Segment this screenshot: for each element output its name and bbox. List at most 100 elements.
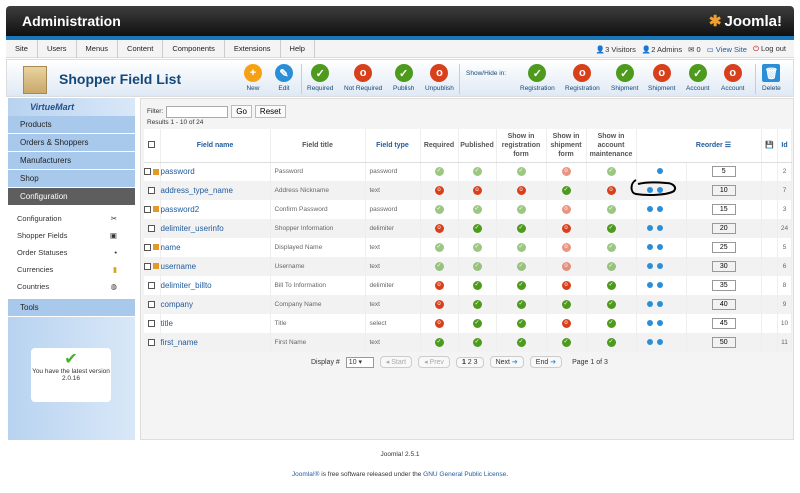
registration-toggle[interactable]: ✓ xyxy=(516,338,526,347)
sidebar-item-shop[interactable]: Shop xyxy=(8,170,135,188)
page-3[interactable]: 3 xyxy=(474,359,478,366)
hide-account-button[interactable]: o Account xyxy=(721,64,745,92)
required-button[interactable]: ✓ Required xyxy=(307,64,333,92)
published-toggle[interactable]: ✓ xyxy=(472,300,482,309)
sidebar-item-tools[interactable]: Tools xyxy=(8,299,135,317)
shipment-toggle[interactable]: ✓ xyxy=(561,300,571,309)
order-input[interactable]: 10 xyxy=(711,185,736,196)
menu-extensions[interactable]: Extensions xyxy=(225,39,281,58)
sub-item-order-statuses[interactable]: Order Statuses • xyxy=(8,244,135,261)
publish-button[interactable]: ✓ Publish xyxy=(393,64,414,92)
go-button[interactable]: Go xyxy=(231,105,252,118)
move-up-icon[interactable] xyxy=(646,338,653,345)
required-toggle[interactable]: o xyxy=(434,224,444,233)
account-toggle[interactable]: ✓ xyxy=(606,167,616,177)
registration-toggle[interactable]: o xyxy=(516,186,526,195)
registration-toggle[interactable]: ✓ xyxy=(516,281,526,290)
field-name-link[interactable]: company xyxy=(160,295,271,314)
messages-count[interactable]: ✉ 0 xyxy=(688,45,701,54)
show-shipment-button[interactable]: ✓ Shipment xyxy=(611,64,638,92)
shipment-toggle[interactable]: o xyxy=(561,205,571,214)
published-toggle[interactable]: ✓ xyxy=(472,319,482,328)
show-registration-button[interactable]: ✓ Registration xyxy=(520,64,555,92)
order-input[interactable]: 20 xyxy=(711,223,736,234)
save-order-icon[interactable]: 💾 xyxy=(761,129,778,163)
row-checkbox[interactable] xyxy=(144,314,161,333)
account-toggle[interactable]: ✓ xyxy=(606,262,616,271)
row-checkbox[interactable] xyxy=(144,181,161,200)
order-input[interactable]: 15 xyxy=(711,204,736,215)
menu-menus[interactable]: Menus xyxy=(77,39,119,58)
field-name-link[interactable]: password2 xyxy=(160,200,271,219)
menu-help[interactable]: Help xyxy=(281,39,315,58)
move-up-icon[interactable] xyxy=(646,281,653,288)
shipment-toggle[interactable]: ✓ xyxy=(561,186,571,195)
move-down-icon[interactable] xyxy=(656,300,663,307)
required-toggle[interactable]: ✓ xyxy=(434,243,444,252)
shipment-toggle[interactable]: o xyxy=(561,262,571,271)
published-toggle[interactable]: ✓ xyxy=(472,205,482,214)
sub-item-countries[interactable]: Countries ◍ xyxy=(8,278,135,295)
field-name-link[interactable]: address_type_name xyxy=(160,181,271,200)
sub-item-currencies[interactable]: Currencies ▮ xyxy=(8,261,135,278)
published-toggle[interactable]: ✓ xyxy=(472,243,482,252)
select-all-checkbox[interactable] xyxy=(144,129,161,163)
sidebar-item-products[interactable]: Products xyxy=(8,116,135,134)
field-name-link[interactable]: username xyxy=(160,257,271,276)
order-input[interactable]: 45 xyxy=(711,318,736,329)
sub-item-shopper-fields[interactable]: Shopper Fields ▣ xyxy=(8,227,135,244)
required-toggle[interactable]: o xyxy=(434,300,444,309)
account-toggle[interactable]: ✓ xyxy=(606,300,616,309)
unpublish-button[interactable]: o Unpublish xyxy=(425,64,454,92)
reset-button[interactable]: Reset xyxy=(254,105,286,118)
published-toggle[interactable]: o xyxy=(472,186,482,195)
published-toggle[interactable]: ✓ xyxy=(472,224,482,233)
account-toggle[interactable]: ✓ xyxy=(606,243,616,252)
move-up-icon[interactable] xyxy=(646,243,653,250)
registration-toggle[interactable]: ✓ xyxy=(516,319,526,328)
next-button[interactable]: Next ➔ xyxy=(489,356,524,368)
account-toggle[interactable]: ✓ xyxy=(606,224,616,233)
published-toggle[interactable]: ✓ xyxy=(472,281,482,290)
registration-toggle[interactable]: ✓ xyxy=(516,262,526,271)
move-down-icon[interactable] xyxy=(656,243,663,250)
col-field-type[interactable]: Field type xyxy=(365,129,421,163)
required-toggle[interactable]: ✓ xyxy=(434,167,444,177)
not-required-button[interactable]: o Not Required xyxy=(344,64,382,92)
order-input[interactable]: 35 xyxy=(711,280,736,291)
move-down-icon[interactable] xyxy=(656,167,663,174)
start-button[interactable]: ◂ Start xyxy=(379,356,413,368)
row-checkbox[interactable] xyxy=(144,238,161,257)
field-name-link[interactable]: name xyxy=(160,238,271,257)
move-up-icon[interactable] xyxy=(646,205,653,212)
registration-toggle[interactable]: ✓ xyxy=(516,300,526,309)
gpl-link[interactable]: GNU General Public License xyxy=(423,471,506,478)
required-toggle[interactable]: o xyxy=(434,319,444,328)
account-toggle[interactable]: o xyxy=(606,186,616,195)
field-name-link[interactable]: title xyxy=(160,314,271,333)
shipment-toggle[interactable]: o xyxy=(561,224,571,233)
order-input[interactable]: 25 xyxy=(711,242,736,253)
shipment-toggle[interactable]: o xyxy=(561,281,571,290)
sub-item-configuration[interactable]: Configuration ✂ xyxy=(8,210,135,227)
account-toggle[interactable]: ✓ xyxy=(606,319,616,328)
move-down-icon[interactable] xyxy=(656,262,663,269)
published-toggle[interactable]: ✓ xyxy=(472,338,482,347)
row-checkbox[interactable] xyxy=(144,333,161,352)
field-name-link[interactable]: delimiter_userinfo xyxy=(160,219,271,238)
row-checkbox[interactable] xyxy=(144,162,161,181)
logout-link[interactable]: ⏻ Log out xyxy=(753,44,786,54)
menu-components[interactable]: Components xyxy=(163,39,225,58)
menu-site[interactable]: Site xyxy=(6,39,38,58)
registration-toggle[interactable]: ✓ xyxy=(516,167,526,177)
registration-toggle[interactable]: ✓ xyxy=(516,205,526,214)
account-toggle[interactable]: ✓ xyxy=(606,281,616,290)
move-up-icon[interactable] xyxy=(646,300,653,307)
move-down-icon[interactable] xyxy=(656,319,663,326)
required-toggle[interactable]: o xyxy=(434,186,444,195)
published-toggle[interactable]: ✓ xyxy=(472,262,482,271)
sidebar-item-orders-shoppers[interactable]: Orders & Shoppers xyxy=(8,134,135,152)
published-toggle[interactable]: ✓ xyxy=(472,167,482,177)
order-input[interactable]: 5 xyxy=(711,166,736,178)
move-down-icon[interactable] xyxy=(656,338,663,345)
